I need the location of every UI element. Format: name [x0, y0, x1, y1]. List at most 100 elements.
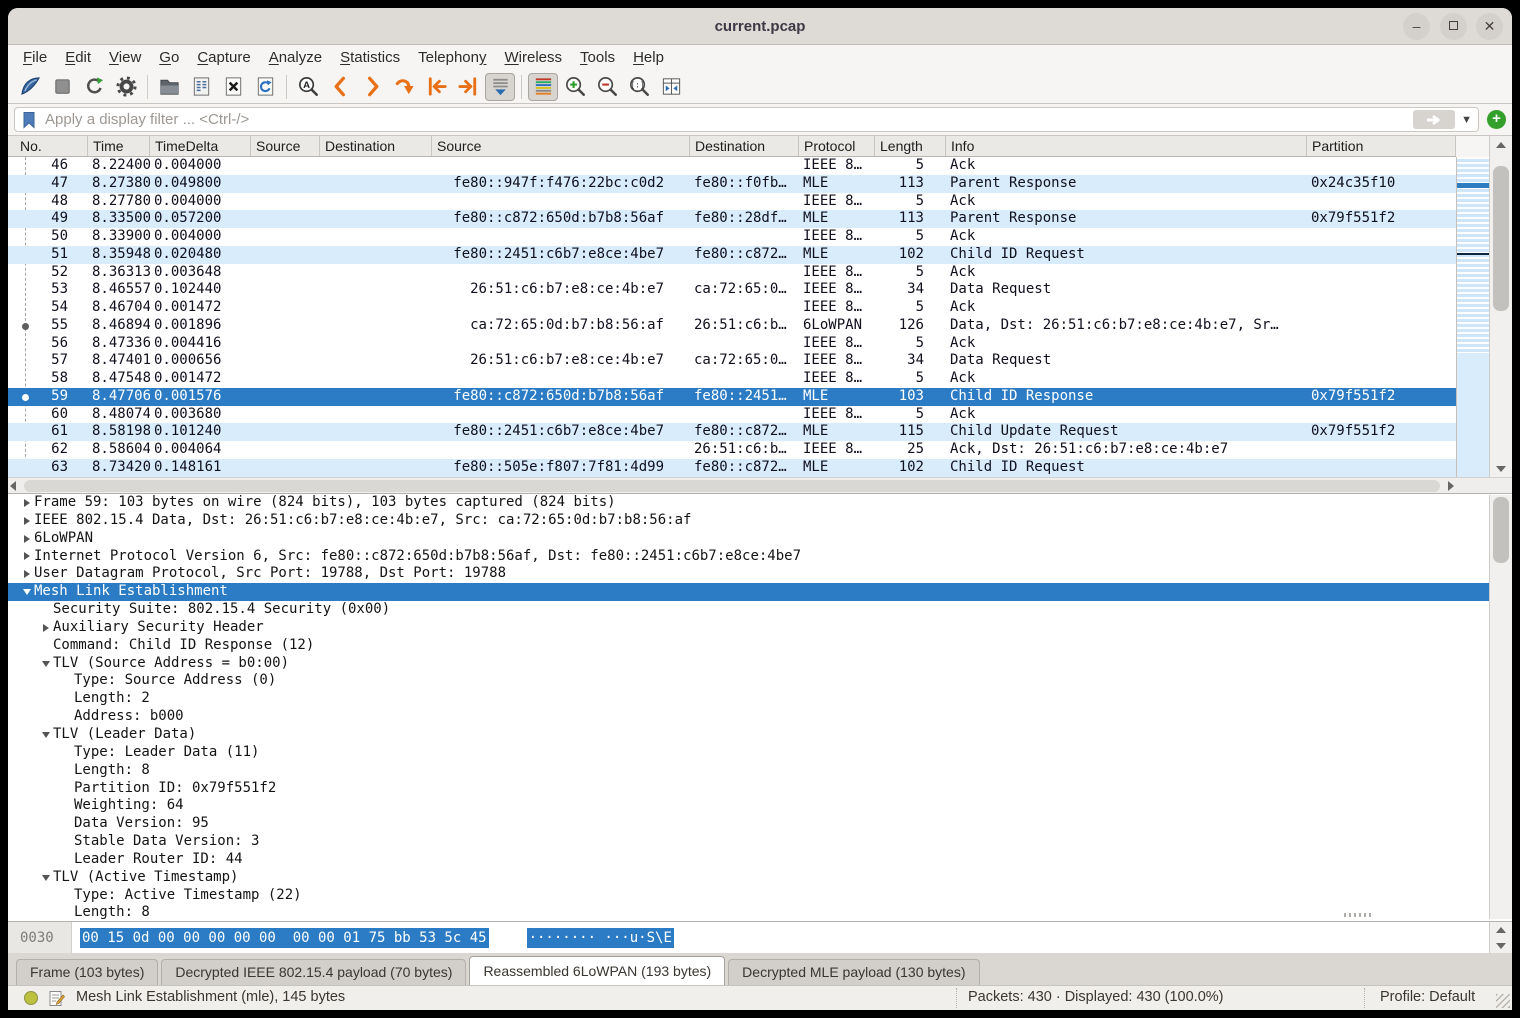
- detail-tree-item[interactable]: Length: 8: [8, 904, 1512, 921]
- packet-row-47[interactable]: 478.2738080.049800fe80::947f:f476:22bc:c…: [8, 175, 1456, 193]
- packet-row-58[interactable]: 588.4754880.001472IEEE 8…5Ack: [8, 370, 1456, 388]
- column-header-destination-6[interactable]: Destination: [690, 136, 799, 156]
- expand-arrow-icon[interactable]: [20, 570, 34, 578]
- scroll-down-icon[interactable]: [1490, 460, 1512, 477]
- expand-arrow-icon[interactable]: [20, 535, 34, 543]
- apply-filter-button[interactable]: [1413, 110, 1455, 129]
- detail-tree-item[interactable]: Length: 8: [8, 762, 1512, 780]
- detail-tree-item[interactable]: Type: Source Address (0): [8, 672, 1512, 690]
- collapse-arrow-icon[interactable]: [39, 661, 53, 667]
- detail-tree-item[interactable]: 6LoWPAN: [8, 530, 1512, 548]
- status-profile[interactable]: Profile: Default: [1380, 989, 1475, 1005]
- detail-tree-item[interactable]: TLV (Active Timestamp): [8, 869, 1512, 887]
- start-capture-button[interactable]: [15, 73, 45, 101]
- display-filter-box[interactable]: ▼: [14, 107, 1479, 132]
- detail-tree-item[interactable]: TLV (Source Address = b0:00): [8, 655, 1512, 673]
- expert-info-icon[interactable]: [24, 991, 38, 1005]
- column-header-protocol-7[interactable]: Protocol: [799, 136, 875, 156]
- byte-view-tab[interactable]: Decrypted MLE payload (130 bytes): [728, 959, 979, 985]
- detail-tree-item[interactable]: Data Version: 95: [8, 815, 1512, 833]
- detail-tree-item[interactable]: Frame 59: 103 bytes on wire (824 bits), …: [8, 494, 1512, 512]
- hex-bytes-selected[interactable]: 00 15 0d 00 00 00 00 00 00 00 01 75 bb 5…: [80, 928, 489, 948]
- menu-item-edit[interactable]: Edit: [56, 49, 100, 66]
- go-next-packet-button[interactable]: [357, 73, 387, 101]
- packet-row-62[interactable]: 628.5860480.00406426:51:c6:b…IEEE 8…25Ac…: [8, 441, 1456, 459]
- filter-dropdown-caret[interactable]: ▼: [1461, 114, 1472, 126]
- menu-item-go[interactable]: Go: [150, 49, 188, 66]
- menu-item-telephony[interactable]: Telephony: [409, 49, 495, 66]
- detail-tree-item[interactable]: Address: b000: [8, 708, 1512, 726]
- minimize-button[interactable]: –: [1403, 13, 1430, 40]
- go-first-packet-button[interactable]: [421, 73, 451, 101]
- menu-item-view[interactable]: View: [100, 49, 150, 66]
- menu-item-capture[interactable]: Capture: [188, 49, 259, 66]
- detail-tree-item[interactable]: Type: Active Timestamp (22): [8, 887, 1512, 905]
- collapse-arrow-icon[interactable]: [20, 589, 34, 595]
- detail-tree-item[interactable]: Mesh Link Establishment: [8, 583, 1512, 601]
- open-file-button[interactable]: [154, 73, 184, 101]
- menu-item-wireless[interactable]: Wireless: [496, 49, 572, 66]
- packet-row-63[interactable]: 638.7342090.148161fe80::505e:f807:7f81:4…: [8, 459, 1456, 477]
- menu-item-file[interactable]: File: [14, 49, 56, 66]
- byte-view-tab[interactable]: Decrypted IEEE 802.15.4 payload (70 byte…: [161, 959, 466, 985]
- bytes-scrollbar[interactable]: [1489, 922, 1512, 953]
- column-header-time-1[interactable]: Time: [88, 136, 150, 156]
- detail-tree-item[interactable]: Partition ID: 0x79f551f2: [8, 780, 1512, 798]
- auto-scroll-button[interactable]: [485, 73, 515, 101]
- splitter-grip[interactable]: [1344, 913, 1372, 917]
- packet-list-hscrollbar[interactable]: [8, 477, 1456, 493]
- scrollbar-thumb[interactable]: [1493, 497, 1509, 563]
- find-packet-button[interactable]: A: [293, 73, 323, 101]
- collapse-arrow-icon[interactable]: [39, 732, 53, 738]
- column-header-partition-10[interactable]: Partition: [1307, 136, 1456, 156]
- expand-arrow-icon[interactable]: [39, 624, 53, 632]
- column-header-length-8[interactable]: Length: [875, 136, 946, 156]
- intelligent-scrollbar-minimap[interactable]: [1456, 157, 1489, 477]
- restart-capture-button[interactable]: [79, 73, 109, 101]
- details-scrollbar[interactable]: [1489, 495, 1512, 919]
- scroll-right-icon[interactable]: [1448, 481, 1454, 491]
- packet-row-53[interactable]: 538.4655760.10244026:51:c6:b7:e8:ce:4b:e…: [8, 281, 1456, 299]
- packet-row-46[interactable]: 468.2240080.004000IEEE 8…5Ack: [8, 157, 1456, 175]
- column-header-timedelta-2[interactable]: TimeDelta: [150, 136, 251, 156]
- detail-tree-item[interactable]: IEEE 802.15.4 Data, Dst: 26:51:c6:b7:e8:…: [8, 512, 1512, 530]
- zoom-out-button[interactable]: [592, 73, 622, 101]
- detail-tree-item[interactable]: Type: Leader Data (11): [8, 744, 1512, 762]
- bookmark-icon[interactable]: [19, 110, 39, 130]
- menu-item-statistics[interactable]: Statistics: [331, 49, 409, 66]
- zoom-in-button[interactable]: [560, 73, 590, 101]
- column-header-no-0[interactable]: No.: [8, 136, 88, 156]
- packet-row-57[interactable]: 578.4740160.00065626:51:c6:b7:e8:ce:4b:e…: [8, 352, 1456, 370]
- packet-list-scrollbar[interactable]: [1489, 136, 1512, 477]
- scroll-left-icon[interactable]: [10, 481, 16, 491]
- close-file-button[interactable]: [218, 73, 248, 101]
- detail-tree-item[interactable]: User Datagram Protocol, Src Port: 19788,…: [8, 565, 1512, 583]
- packet-row-59[interactable]: 598.4770640.001576fe80::c872:650d:b7b8:5…: [8, 388, 1456, 406]
- stop-capture-button[interactable]: [47, 73, 77, 101]
- packet-row-54[interactable]: 548.4670480.001472IEEE 8…5Ack: [8, 299, 1456, 317]
- expand-arrow-icon[interactable]: [20, 499, 34, 507]
- column-header-source-5[interactable]: Source: [432, 136, 690, 156]
- zoom-original-button[interactable]: [:]: [624, 73, 654, 101]
- byte-view-tab[interactable]: Frame (103 bytes): [16, 959, 158, 985]
- expand-arrow-icon[interactable]: [20, 552, 34, 560]
- packet-row-60[interactable]: 608.4807440.003680IEEE 8…5Ack: [8, 406, 1456, 424]
- detail-tree-item[interactable]: Length: 2: [8, 690, 1512, 708]
- detail-tree-item[interactable]: Command: Child ID Response (12): [8, 637, 1512, 655]
- column-header-source-3[interactable]: Source: [251, 136, 320, 156]
- capture-options-button[interactable]: [111, 73, 141, 101]
- go-previous-packet-button[interactable]: [325, 73, 355, 101]
- display-filter-input[interactable]: [43, 110, 1413, 129]
- detail-tree-item[interactable]: Security Suite: 802.15.4 Security (0x00): [8, 601, 1512, 619]
- packet-row-48[interactable]: 488.2778080.004000IEEE 8…5Ack: [8, 193, 1456, 211]
- scroll-down-icon[interactable]: [1490, 937, 1512, 954]
- packet-row-52[interactable]: 528.3631360.003648IEEE 8…5Ack: [8, 264, 1456, 282]
- close-button[interactable]: ✕: [1476, 13, 1503, 40]
- resize-grip[interactable]: [1496, 994, 1510, 1008]
- detail-tree-item[interactable]: TLV (Leader Data): [8, 726, 1512, 744]
- collapse-arrow-icon[interactable]: [39, 875, 53, 881]
- scrollbar-thumb[interactable]: [1493, 166, 1509, 311]
- hex-ascii-selected[interactable]: ········ ···u·S\E: [527, 928, 674, 948]
- detail-tree-item[interactable]: Internet Protocol Version 6, Src: fe80::…: [8, 548, 1512, 566]
- packet-row-49[interactable]: 498.3350080.057200fe80::c872:650d:b7b8:5…: [8, 210, 1456, 228]
